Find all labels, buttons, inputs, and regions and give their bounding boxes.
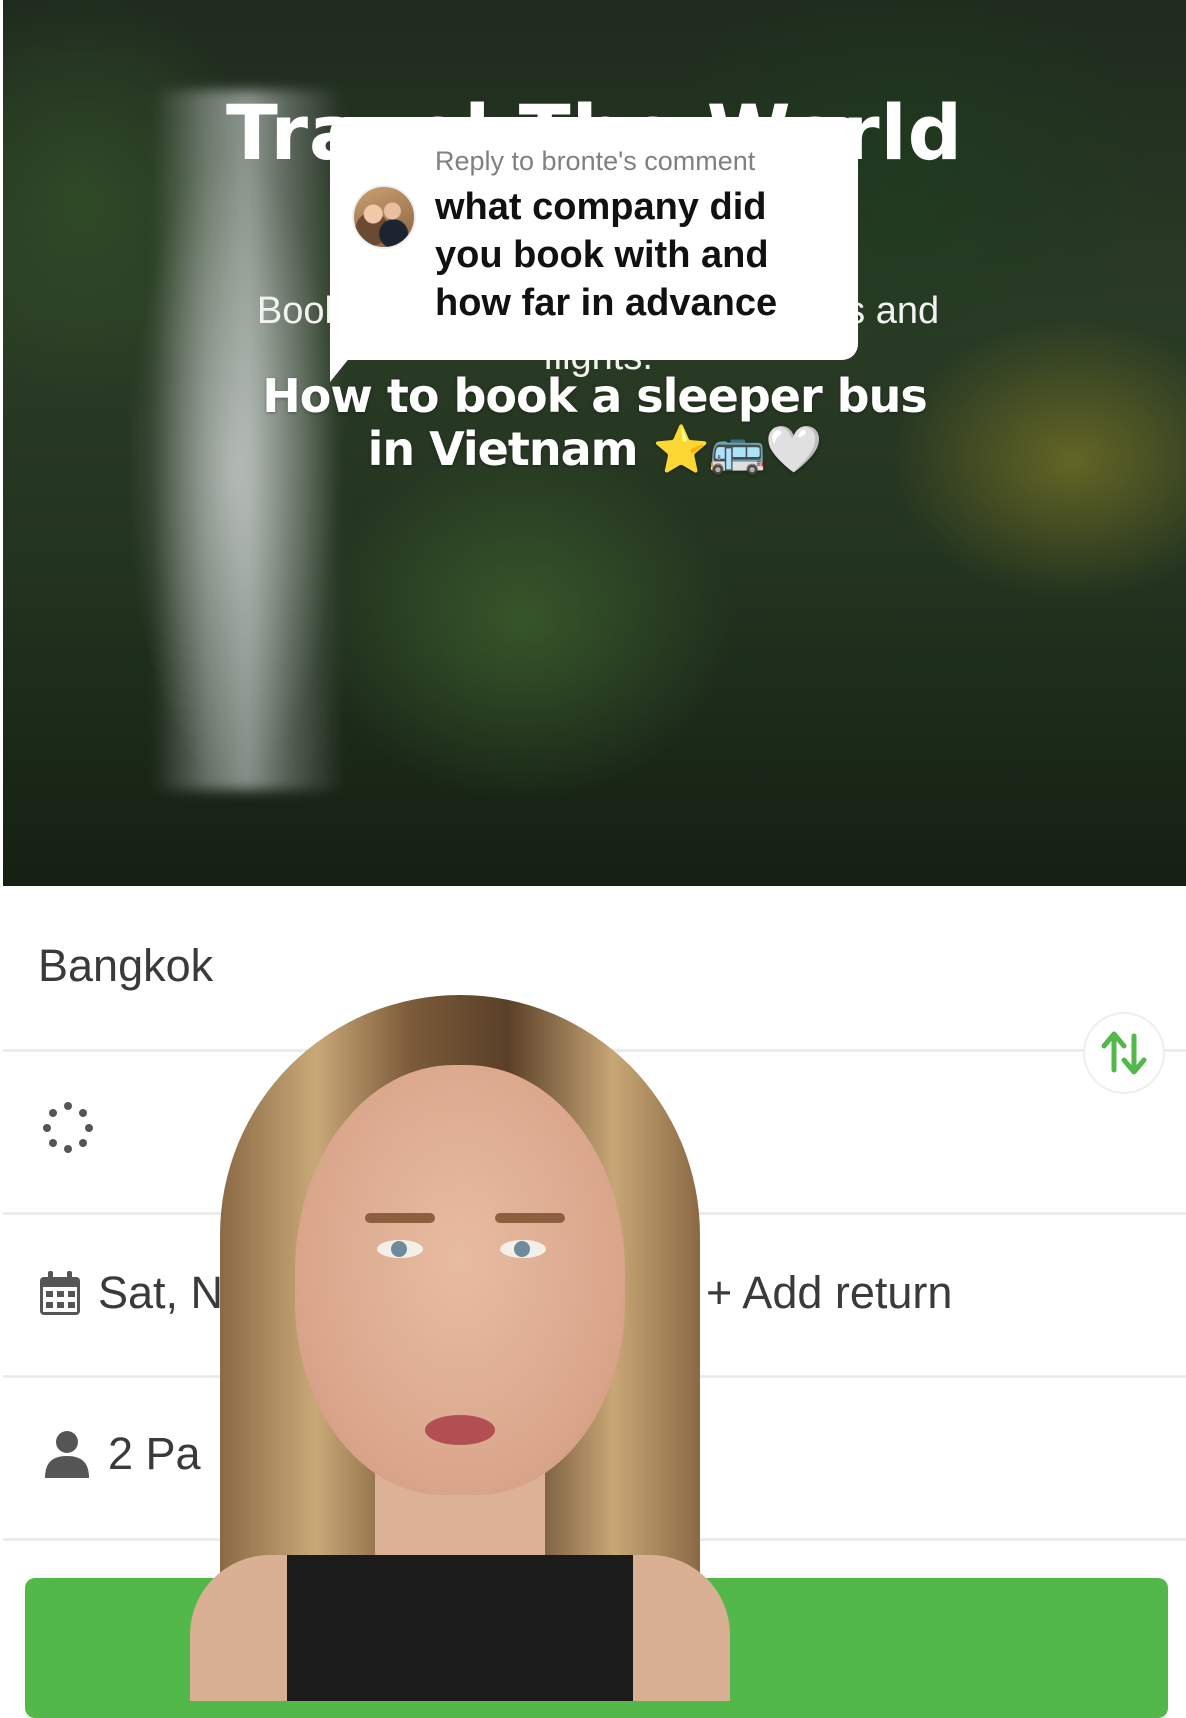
left-eyebrow xyxy=(365,1213,435,1223)
person-icon xyxy=(45,1431,89,1478)
from-value: Bangkok xyxy=(38,940,214,991)
add-return-label: + Add return xyxy=(706,1267,953,1318)
caption-line-1: How to book a sleeper bus xyxy=(262,369,927,423)
presenter-torso xyxy=(190,1555,730,1701)
caption-line-2: in Vietnam ⭐🚌🤍 xyxy=(367,422,823,476)
loading-spinner-icon xyxy=(43,1102,93,1153)
video-caption: How to book a sleeper bus in Vietnam ⭐🚌🤍 xyxy=(3,370,1186,476)
reply-label: Reply to bronte's comment xyxy=(435,146,756,176)
reply-comment-text: what company did you book with and how f… xyxy=(435,186,778,324)
presenter-face xyxy=(295,1065,625,1495)
left-eye xyxy=(377,1240,423,1258)
calendar-icon xyxy=(40,1271,80,1315)
right-eye xyxy=(500,1240,546,1258)
presenter-video-overlay xyxy=(190,995,730,1701)
commenter-avatar xyxy=(352,185,416,249)
passengers-value: 2 Pa xyxy=(108,1428,201,1479)
presenter-mouth xyxy=(425,1415,495,1445)
right-eyebrow xyxy=(495,1213,565,1223)
comment-reply-bubble[interactable]: Reply to bronte's comment what company d… xyxy=(330,117,858,360)
